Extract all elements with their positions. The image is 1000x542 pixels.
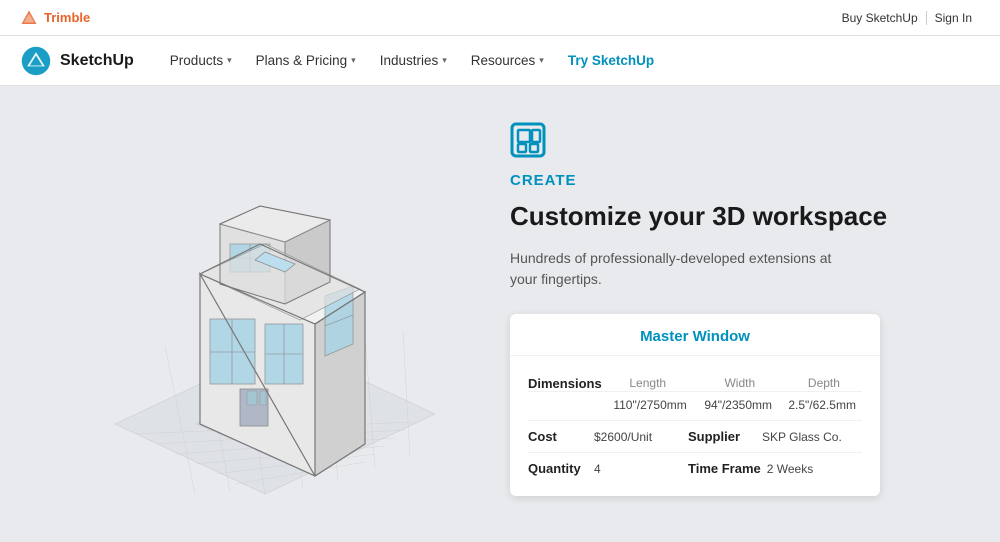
chevron-down-icon: ▾ <box>351 55 356 66</box>
width-value: 94"/2350mm <box>700 398 776 412</box>
quantity-value: 4 <box>594 462 682 476</box>
trimble-logo: Trimble <box>20 9 90 27</box>
quantity-label: Quantity <box>528 461 588 476</box>
left-panel <box>0 86 490 542</box>
card-body: Dimensions Length Width Depth <box>510 356 880 480</box>
right-panel: CREATE Customize your 3D workspace Hundr… <box>490 86 1000 542</box>
create-icon <box>510 122 546 158</box>
chevron-down-icon: ▾ <box>227 55 232 66</box>
buy-sketchup-link[interactable]: Buy SketchUp <box>834 11 926 25</box>
dimensions-label: Dimensions <box>528 376 602 391</box>
create-label: CREATE <box>510 172 970 189</box>
nav-industries[interactable]: Industries ▾ <box>368 36 459 86</box>
sketchup-logo-text: SketchUp <box>60 52 134 70</box>
card-title: Master Window <box>510 314 880 356</box>
nav-products[interactable]: Products ▾ <box>158 36 244 86</box>
sign-in-link[interactable]: Sign In <box>927 11 980 25</box>
nav-plans-pricing[interactable]: Plans & Pricing ▾ <box>244 36 368 86</box>
sketchup-logo[interactable]: SketchUp <box>20 45 134 77</box>
chevron-down-icon: ▾ <box>539 55 544 66</box>
supplier-label: Supplier <box>688 429 756 444</box>
depth-value: 2.5"/62.5mm <box>788 398 856 412</box>
top-bar-links: Buy SketchUp Sign In <box>834 11 980 25</box>
building-illustration <box>55 124 435 504</box>
nav-bar: SketchUp Products ▾ Plans & Pricing ▾ In… <box>0 36 1000 86</box>
length-value: 110"/2750mm <box>612 398 688 412</box>
timeframe-label: Time Frame <box>688 461 761 476</box>
timeframe-value: 2 Weeks <box>767 462 813 476</box>
product-card: Master Window Dimensions Length Width De… <box>510 314 880 496</box>
nav-items: Products ▾ Plans & Pricing ▾ Industries … <box>158 36 980 86</box>
cost-label: Cost <box>528 429 588 444</box>
cost-value: $2600/Unit <box>594 430 682 444</box>
main-content: CREATE Customize your 3D workspace Hundr… <box>0 86 1000 542</box>
length-header: Length <box>610 376 686 390</box>
supplier-value: SKP Glass Co. <box>762 430 842 444</box>
hero-subtext: Hundreds of professionally-developed ext… <box>510 248 850 290</box>
try-sketchup-button[interactable]: Try SketchUp <box>556 36 666 86</box>
trimble-logo-text: Trimble <box>44 10 90 25</box>
nav-resources[interactable]: Resources ▾ <box>459 36 556 86</box>
depth-header: Depth <box>794 376 854 390</box>
hero-headline: Customize your 3D workspace <box>510 201 970 232</box>
top-bar: Trimble Buy SketchUp Sign In <box>0 0 1000 36</box>
chevron-down-icon: ▾ <box>442 55 447 66</box>
width-header: Width <box>702 376 778 390</box>
